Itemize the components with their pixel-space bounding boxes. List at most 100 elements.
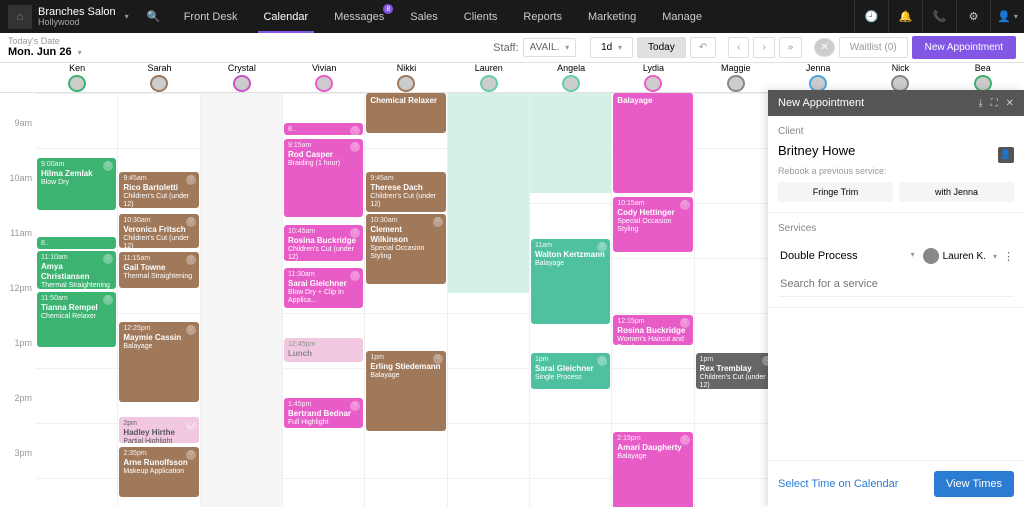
staff-col-lauren[interactable]: Lauren [448, 63, 530, 92]
staff-avatar [727, 75, 745, 92]
nav-reports[interactable]: Reports [510, 0, 575, 33]
more-icon[interactable]: ⋮ [1003, 250, 1014, 263]
appointment[interactable]: Balayage [613, 93, 692, 193]
search-icon[interactable]: 🔍 [137, 0, 171, 33]
staff-col-ken[interactable]: Ken [36, 63, 118, 92]
prev-icon[interactable]: ‹ [728, 37, 749, 58]
next-icon[interactable]: › [753, 37, 774, 58]
schedule-col[interactable] [448, 93, 530, 507]
appointment[interactable]: 1:45pmBertrand BednarFull Highlight♡ [284, 398, 363, 428]
heart-icon: ♡ [350, 126, 360, 135]
close-icon[interactable]: ✕ [1006, 98, 1014, 109]
bell-icon[interactable]: 🔔 [888, 0, 922, 33]
secondary-bar: Today's Date Mon. Jun 26 ▾ Staff: AVAIL.… [0, 33, 1024, 63]
appointment[interactable]: 2:35pmArne RunolfssonMakeup Application♡ [119, 447, 198, 497]
rebook-service[interactable]: Fringe Trim [778, 182, 893, 202]
appointment[interactable]: 11:50amTianna RempelChemical Relaxer♡ [37, 292, 116, 347]
staff-col-maggie[interactable]: Maggie [695, 63, 777, 92]
appointment[interactable]: 2pmHadley HirthePartial Highlight♡ [119, 417, 198, 443]
schedule-col[interactable]: Balayage10:15amCody HettingerSpecial Occ… [612, 93, 694, 507]
nav-manage[interactable]: Manage [649, 0, 715, 33]
appointment[interactable]: 10:30amClement WilkinsonSpecial Occasion… [366, 214, 445, 284]
staff-col-sarah[interactable]: Sarah [118, 63, 200, 92]
staff-col-bea[interactable]: Bea [942, 63, 1024, 92]
undo-icon[interactable]: ↶ [690, 37, 716, 58]
select-time-link[interactable]: Select Time on Calendar [778, 478, 898, 490]
client-details-icon[interactable]: 👤 [998, 147, 1014, 163]
appointment[interactable]: 11:30amSarai GleichnerBlow Dry + Clip In… [284, 268, 363, 308]
appointment[interactable]: 9:45amTherese DachChildren's Cut (under … [366, 172, 445, 212]
heart-icon: ♡ [186, 217, 196, 227]
skip-forward-icon[interactable]: » [779, 37, 803, 58]
staff-avatar [150, 75, 168, 92]
phone-icon[interactable]: 📞 [922, 0, 956, 33]
staff-name: Lauren [475, 63, 503, 73]
appointment[interactable]: 11:15amGail TowneThermal Straightening♡ [119, 252, 198, 288]
staff-col-jenna[interactable]: Jenna [777, 63, 859, 92]
appointment[interactable]: 9:45amRico BartolettiChildren's Cut (und… [119, 172, 198, 208]
rebook-staff[interactable]: with Jenna [899, 182, 1014, 202]
staff-name: Angela [557, 63, 585, 73]
appointment[interactable]: 9:15amRod CasperBraiding (1 hour)♡ [284, 139, 363, 217]
brand-name: Branches Salon [38, 6, 116, 18]
waitlist-button[interactable]: Waitlist (0) [839, 37, 908, 58]
brand[interactable]: ⌂ Branches Salon Hollywood ▾ [0, 5, 137, 29]
new-appointment-button[interactable]: New Appointment [912, 36, 1016, 59]
appointment[interactable]: 11amWalton KertzmannBalayage♡ [531, 239, 610, 324]
schedule-col[interactable]: 9:45amRico BartolettiChildren's Cut (und… [118, 93, 200, 507]
appointment[interactable]: 8..Walton K... [37, 237, 116, 249]
nav-messages[interactable]: Messages8 [321, 0, 397, 33]
appointment[interactable]: 12:25pmMaymie CassinBalayage♡ [119, 322, 198, 402]
client-name[interactable]: Britney Howe [778, 143, 998, 158]
appointment[interactable]: 1pmRex TremblayChildren's Cut (under 12)… [696, 353, 775, 389]
appointment[interactable]: 12:45pmLunch [284, 338, 363, 362]
appointment[interactable]: 10:15amCody HettingerSpecial Occasion St… [613, 197, 692, 252]
appointment[interactable]: 1pmSarai GleichnerSingle Process♡ [531, 353, 610, 389]
staff-filter[interactable]: AVAIL. ▾ [523, 38, 576, 57]
schedule-col[interactable]: 9:00amHilma ZemlakBlow Dry♡ 8..Walton K..… [36, 93, 118, 507]
clock-icon[interactable]: 🕘 [854, 0, 888, 33]
service-staff-select[interactable]: Lauren K. ▾ [923, 248, 997, 264]
heart-icon: ♡ [433, 217, 443, 227]
appointment[interactable]: 10:45amRosina BuckridgeChildren's Cut (u… [284, 225, 363, 261]
schedule-col[interactable] [201, 93, 283, 507]
staff-col-angela[interactable]: Angela [530, 63, 612, 92]
clear-icon[interactable]: ✕ [814, 38, 834, 57]
appointment[interactable]: 8..Mohammad...♡ [284, 123, 363, 135]
today-button[interactable]: Today [637, 37, 686, 58]
schedule-col[interactable]: 11amWalton KertzmannBalayage♡ 1pmSarai Gl… [530, 93, 612, 507]
gear-icon[interactable]: ⚙ [956, 0, 990, 33]
appointment[interactable]: 9:00amHilma ZemlakBlow Dry♡ [37, 158, 116, 210]
nav-calendar[interactable]: Calendar [250, 0, 321, 33]
appointment[interactable]: 2:15pmAmari DaughertyBalayage♡ [613, 432, 692, 507]
appointment[interactable]: 11:10amAmya ChristiansenThermal Straight… [37, 251, 116, 289]
staff-col-vivian[interactable]: Vivian [283, 63, 365, 92]
top-bar: ⌂ Branches Salon Hollywood ▾ 🔍 Front Des… [0, 0, 1024, 33]
schedule-col[interactable]: 8..Mohammad...♡ 9:15amRod CasperBraiding … [283, 93, 365, 507]
appointment[interactable]: Chemical Relaxer [366, 93, 445, 133]
date-picker[interactable]: Today's Date Mon. Jun 26 ▾ [8, 37, 82, 59]
view-times-button[interactable]: View Times [934, 471, 1014, 497]
appointment[interactable]: 10:30amVeronica FritschChildren's Cut (u… [119, 214, 198, 248]
staff-col-nikki[interactable]: Nikki [365, 63, 447, 92]
staff-col-lydia[interactable]: Lydia [612, 63, 694, 92]
staff-col-crystal[interactable]: Crystal [201, 63, 283, 92]
view-select[interactable]: 1d ▾ [590, 37, 633, 58]
schedule-col[interactable]: Chemical Relaxer 9:45amTherese DachChildr… [365, 93, 447, 507]
schedule-col[interactable]: 1pmRex TremblayChildren's Cut (under 12)… [695, 93, 777, 507]
nav-marketing[interactable]: Marketing [575, 0, 649, 33]
nav-sales[interactable]: Sales [397, 0, 451, 33]
appointment[interactable]: 1pmErling StiedemannBalayage♡ [366, 351, 445, 431]
nav-clients[interactable]: Clients [451, 0, 511, 33]
expand-icon[interactable]: ⛶ [991, 98, 998, 109]
minimize-icon[interactable]: ⤓ [978, 98, 982, 109]
nav-front-desk[interactable]: Front Desk [171, 0, 251, 33]
service-search-input[interactable] [778, 272, 1014, 297]
staff-avatar [923, 248, 939, 264]
staff-col-nick[interactable]: Nick [859, 63, 941, 92]
chevron-down-icon[interactable]: ▾ [125, 12, 129, 21]
appointment[interactable]: 12:15pmRosina BuckridgeWomen's Haircut a… [613, 315, 692, 345]
service-select[interactable]: Double Process ▾ [778, 246, 917, 266]
staff-avatar [644, 75, 662, 92]
user-menu[interactable]: 👤▾ [990, 0, 1024, 33]
